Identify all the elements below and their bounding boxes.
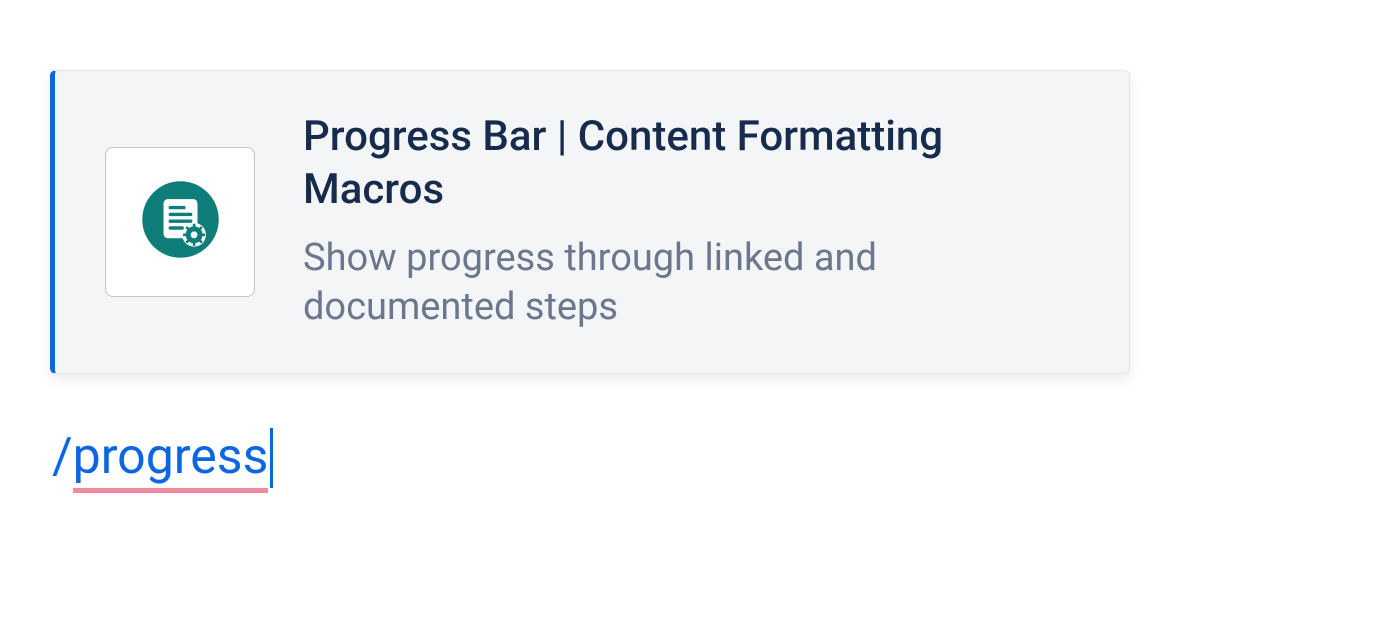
macro-text-block: Progress Bar | Content Formatting Macros… — [303, 111, 1079, 333]
command-text: /progress — [52, 432, 268, 482]
macro-description: Show progress through linked and documen… — [303, 234, 1079, 333]
slash-command-input[interactable]: /progress — [50, 422, 273, 482]
macro-suggestion-item[interactable]: Progress Bar | Content Formatting Macros… — [50, 70, 1130, 374]
document-gear-icon — [138, 177, 223, 266]
command-query: progress — [73, 428, 269, 493]
macro-title: Progress Bar | Content Formatting Macros — [303, 111, 1079, 216]
macro-icon-tile — [105, 147, 255, 297]
text-caret — [270, 428, 273, 488]
command-prefix: / — [52, 428, 73, 486]
